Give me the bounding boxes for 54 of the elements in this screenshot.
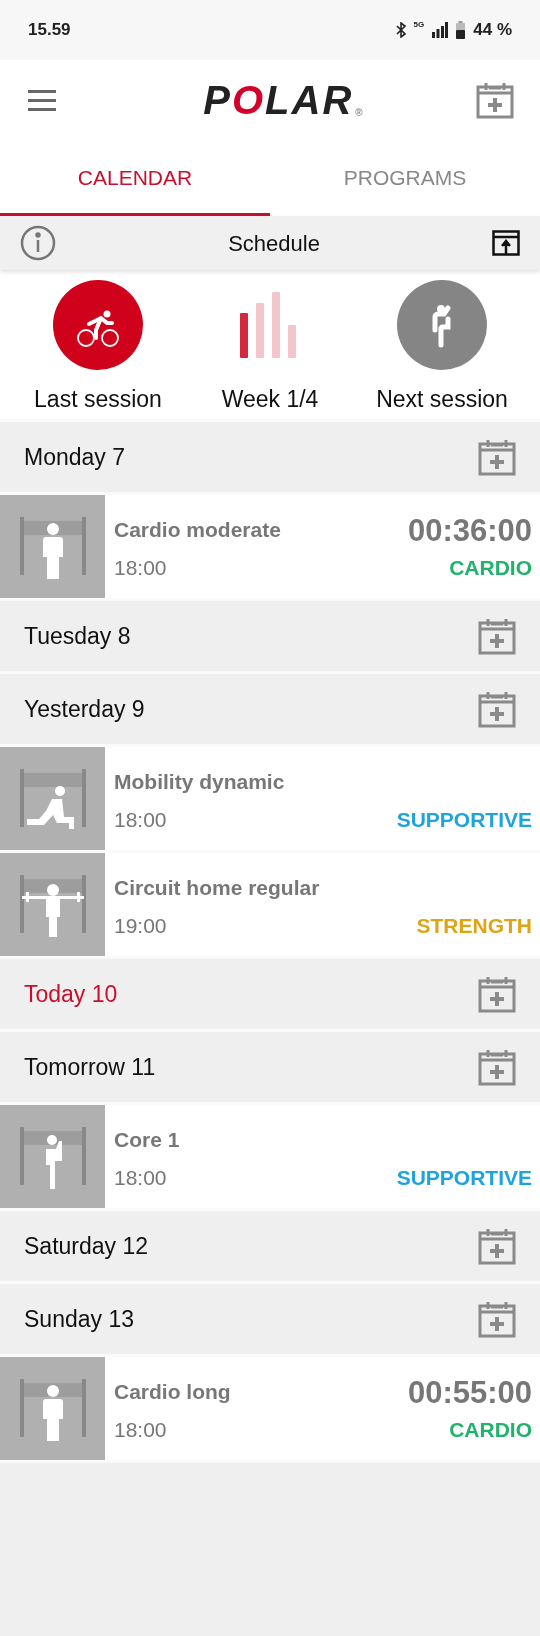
- session-name: Core 1: [114, 1127, 180, 1154]
- day-label: Tuesday 8: [24, 621, 131, 651]
- signal-icon: [432, 22, 449, 38]
- battery-percent: 44 %: [473, 19, 512, 42]
- session-time: 18:00: [114, 1164, 167, 1191]
- day-label: Yesterday 9: [24, 694, 145, 724]
- polar-logo: POLAR®: [203, 80, 365, 120]
- add-calendar-icon[interactable]: [478, 975, 516, 1013]
- network-label: 5G: [413, 19, 425, 32]
- export-icon[interactable]: [492, 230, 520, 256]
- add-calendar-icon[interactable]: [478, 617, 516, 655]
- info-icon[interactable]: [20, 225, 56, 261]
- session-row[interactable]: Circuit home regular 19:00 STRENGTH: [0, 853, 540, 956]
- add-calendar-icon[interactable]: [478, 1300, 516, 1338]
- add-calendar-icon[interactable]: [478, 438, 516, 476]
- session-time: 18:00: [114, 1416, 167, 1443]
- clock-time: 15.59: [28, 19, 71, 42]
- session-name: Cardio long: [114, 1379, 231, 1406]
- session-category: SUPPORTIVE: [396, 1164, 532, 1191]
- day-label: Today 10: [24, 979, 118, 1009]
- battery-icon: [456, 21, 466, 39]
- day-label: Saturday 12: [24, 1231, 149, 1261]
- session-time: 19:00: [114, 912, 167, 939]
- add-calendar-icon[interactable]: [478, 690, 516, 728]
- session-duration: 00:55:00: [407, 1376, 532, 1408]
- overview-label: Week 1/4: [221, 385, 319, 414]
- next-session-button[interactable]: [397, 280, 487, 370]
- session-category: STRENGTH: [416, 912, 532, 939]
- session-name: Mobility dynamic: [114, 769, 285, 796]
- cycling-button[interactable]: [53, 280, 143, 370]
- day-label: Tomorrow 11: [24, 1052, 156, 1082]
- add-calendar-icon[interactable]: [476, 81, 514, 119]
- session-category: CARDIO: [449, 554, 532, 581]
- session-name: Cardio moderate: [114, 517, 281, 544]
- overview-label: Last session: [34, 385, 162, 414]
- session-category: SUPPORTIVE: [396, 806, 532, 833]
- day-label: Monday 7: [24, 442, 125, 472]
- overview-label: Next session: [376, 385, 508, 414]
- menu-icon[interactable]: [28, 89, 56, 111]
- add-calendar-icon[interactable]: [478, 1227, 516, 1265]
- session-row[interactable]: Core 1 18:00 SUPPORTIVE: [0, 1105, 540, 1208]
- session-row[interactable]: Cardio moderate 00:36:00 18:00 CARDIO: [0, 495, 540, 598]
- session-category: CARDIO: [449, 1416, 532, 1443]
- session-time: 18:00: [114, 806, 167, 833]
- add-calendar-icon[interactable]: [478, 1048, 516, 1086]
- tab[interactable]: PROGRAMS: [270, 140, 540, 216]
- day-label: Sunday 13: [24, 1304, 134, 1334]
- session-row[interactable]: Mobility dynamic 18:00 SUPPORTIVE: [0, 747, 540, 850]
- session-name: Circuit home regular: [114, 875, 320, 902]
- toolbar-title: Schedule: [228, 229, 320, 258]
- session-row[interactable]: Cardio long 00:55:00 18:00 CARDIO: [0, 1357, 540, 1460]
- bluetooth-icon: [395, 22, 406, 38]
- session-duration: 00:36:00: [407, 514, 532, 546]
- session-time: 18:00: [114, 554, 167, 581]
